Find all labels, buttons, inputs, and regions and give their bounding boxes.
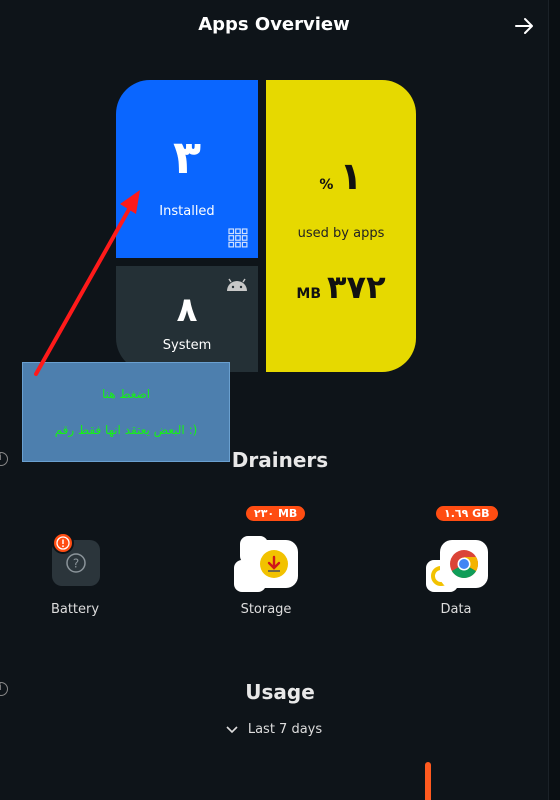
drainer-battery[interactable]: ? Battery <box>15 530 135 630</box>
usage-range-label: Last 7 days <box>247 722 323 737</box>
drainer-data-label: Data <box>440 602 472 617</box>
chevron-down-icon <box>226 725 238 733</box>
usage-range-selector[interactable]: Last 7 days <box>0 722 548 737</box>
storage-size-unit: MB <box>296 286 321 302</box>
drainers-title: Drainers <box>231 448 329 472</box>
installed-count: ٣ <box>172 130 202 184</box>
storage-label: used by apps <box>297 226 385 241</box>
drainer-data[interactable]: ١.٦٩ GB Data <box>396 506 516 630</box>
usage-chart-bar <box>425 762 431 800</box>
chrome-icon <box>440 540 488 588</box>
storage-size-value: ٣٧٢ <box>327 268 386 306</box>
system-count: ٨ <box>176 290 198 330</box>
drainer-storage-badge: ٢٣٠ MB <box>246 506 306 521</box>
drainer-storage[interactable]: ٢٣٠ MB Storage <box>206 506 326 630</box>
installed-apps-tile[interactable]: ٣ Installed <box>116 80 258 258</box>
arrow-right-icon[interactable] <box>512 14 536 38</box>
header: Apps Overview <box>0 0 548 56</box>
storage-used-tile[interactable]: % ١ used by apps MB ٣٧٢ <box>266 80 416 372</box>
drainer-data-badge: ١.٦٩ GB <box>436 506 498 521</box>
storage-percent-unit: % <box>319 177 334 193</box>
warning-icon <box>52 532 74 554</box>
usage-title: Usage <box>245 680 315 704</box>
system-label: System <box>162 338 212 353</box>
storage-percent: % ١ <box>266 154 416 198</box>
svg-text:?: ? <box>73 557 79 571</box>
storage-size: MB ٣٧٢ <box>266 268 416 306</box>
drainer-battery-label: Battery <box>50 602 100 617</box>
annotation-line-1: اضغط هنا <box>101 387 151 401</box>
annotation-note: اضغط هنا البعض يعتقد انها فقط رقم :) <box>22 362 230 462</box>
installed-label: Installed <box>159 204 215 219</box>
grid-icon <box>228 228 248 248</box>
page-title: Apps Overview <box>198 14 350 35</box>
drainer-storage-label: Storage <box>240 602 292 617</box>
annotation-line-2: البعض يعتقد انها فقط رقم :) <box>54 423 198 437</box>
storage-percent-value: ١ <box>339 154 363 198</box>
system-apps-tile[interactable]: ٨ System <box>116 266 258 372</box>
storage-app-icon <box>250 540 298 588</box>
